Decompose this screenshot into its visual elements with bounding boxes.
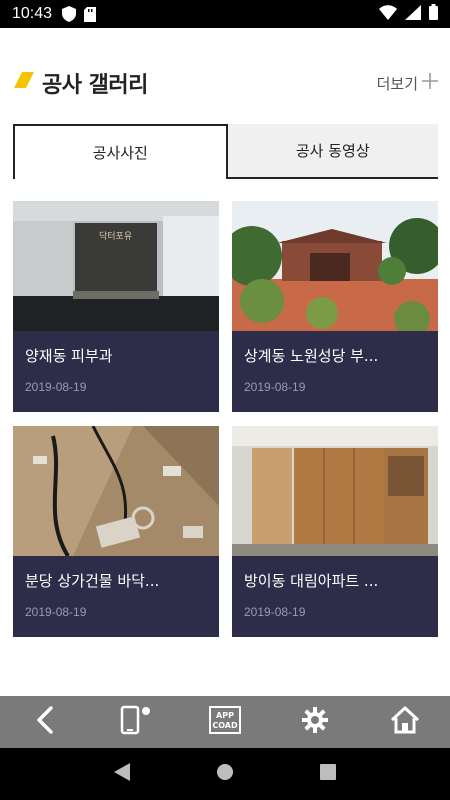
gallery-thumbnail: 닥터포유 bbox=[13, 201, 219, 331]
tab-videos-label: 공사 동영상 bbox=[295, 142, 370, 160]
tab-videos[interactable]: 공사 동영상 bbox=[227, 124, 438, 179]
app-coad-button[interactable]: APP COAD bbox=[200, 697, 250, 747]
home-button[interactable] bbox=[380, 697, 430, 747]
tab-photos-label: 공사사진 bbox=[92, 144, 148, 162]
gallery-thumbnail bbox=[13, 426, 219, 556]
wifi-icon bbox=[379, 4, 397, 24]
status-bar: 10:43 bbox=[0, 0, 450, 28]
home-icon bbox=[390, 706, 420, 738]
gallery-card[interactable]: 닥터포유 양재동 피부과 2019-08-19 bbox=[13, 201, 219, 412]
app-coad-label-top: APP bbox=[216, 711, 234, 720]
more-button[interactable]: 더보기 bbox=[377, 73, 438, 94]
card-date: 2019-08-19 bbox=[244, 380, 306, 394]
app-coad-icon: APP COAD bbox=[209, 706, 241, 738]
back-icon bbox=[36, 706, 54, 738]
gallery-grid: 닥터포유 양재동 피부과 2019-08-19 상계동 노원성당 부... 20… bbox=[13, 201, 438, 637]
gallery-thumbnail bbox=[232, 426, 438, 556]
system-nav-bar bbox=[0, 748, 450, 800]
more-label: 더보기 bbox=[376, 74, 418, 93]
card-date: 2019-08-19 bbox=[25, 380, 87, 394]
card-title: 상계동 노원성당 부... bbox=[244, 347, 379, 365]
battery-icon bbox=[429, 4, 438, 24]
card-title: 방이동 대림아파트 ... bbox=[244, 572, 379, 590]
bottom-toolbar: APP COAD bbox=[0, 696, 450, 748]
card-title: 양재동 피부과 bbox=[25, 347, 113, 365]
phone-notify-icon bbox=[118, 705, 152, 739]
signal-icon bbox=[405, 4, 421, 24]
gallery-header: 공사 갤러리 더보기 bbox=[14, 58, 438, 108]
back-button[interactable] bbox=[20, 697, 70, 747]
card-date: 2019-08-19 bbox=[25, 605, 87, 619]
gallery-card[interactable]: 방이동 대림아파트 ... 2019-08-19 bbox=[232, 426, 438, 637]
nav-recents-icon bbox=[320, 764, 337, 784]
settings-icon bbox=[301, 706, 329, 738]
nav-home-icon bbox=[216, 763, 234, 785]
title-accent-icon bbox=[14, 72, 36, 94]
status-time: 10:43 bbox=[12, 5, 53, 22]
shield-icon bbox=[62, 6, 77, 22]
phone-notify-button[interactable] bbox=[110, 697, 160, 747]
card-title: 분당 상가건물 바닥... bbox=[25, 572, 160, 590]
tab-photos[interactable]: 공사사진 bbox=[13, 124, 228, 179]
gallery-card[interactable]: 상계동 노원성당 부... 2019-08-19 bbox=[232, 201, 438, 412]
app-coad-label-bottom: COAD bbox=[212, 721, 238, 730]
nav-back-icon bbox=[113, 763, 130, 785]
gallery-thumbnail bbox=[232, 201, 438, 331]
nav-back-button[interactable] bbox=[102, 754, 142, 794]
card-date: 2019-08-19 bbox=[244, 605, 306, 619]
gallery-tabs: 공사사진 공사 동영상 bbox=[13, 124, 438, 179]
gallery-card[interactable]: 분당 상가건물 바닥... 2019-08-19 bbox=[13, 426, 219, 637]
thumbnail-sign-text: 닥터포유 bbox=[99, 231, 132, 242]
page-title: 공사 갤러리 bbox=[42, 73, 148, 98]
plus-icon bbox=[422, 73, 438, 93]
nav-recents-button[interactable] bbox=[308, 754, 348, 794]
settings-button[interactable] bbox=[290, 697, 340, 747]
sd-card-icon bbox=[84, 6, 97, 22]
nav-home-button[interactable] bbox=[205, 754, 245, 794]
